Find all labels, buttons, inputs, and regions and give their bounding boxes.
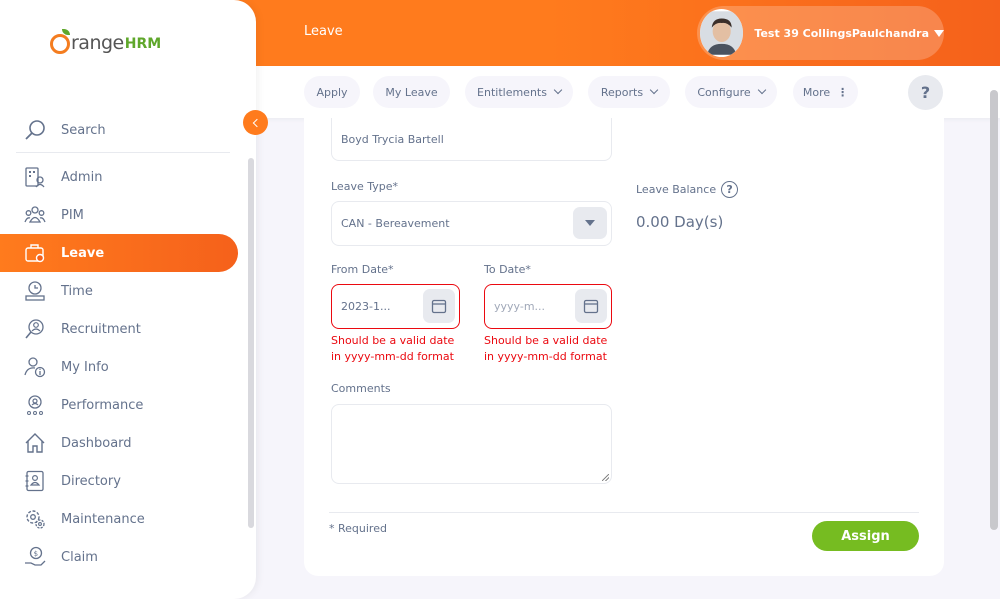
tab-more[interactable]: More ⋮ [793,76,858,108]
required-note: * Required [329,522,387,535]
leave-subnav: Apply My Leave Entitlements Reports Conf… [256,66,1000,118]
tab-my-leave[interactable]: My Leave [373,76,450,108]
performance-icon [23,393,47,417]
tab-entitlements-label: Entitlements [477,85,547,99]
help-circle-icon[interactable]: ? [721,181,739,198]
leave-balance-label-row: Leave Balance ? [636,181,739,198]
collapse-sidebar-button[interactable] [243,110,268,135]
user-name: Test 39 CollingsPaulchandra [754,26,929,40]
tab-more-label: More [802,85,831,99]
calendar-icon[interactable] [423,289,455,323]
page-scrollbar[interactable] [990,90,998,530]
from-date-input[interactable]: 2023-1... [331,284,460,329]
module-title: Leave [304,24,343,39]
sidebar-item-label: Leave [61,245,105,261]
sidebar-item-label: Dashboard [61,435,132,451]
leave-type-select[interactable]: CAN - Bereavement [331,201,612,246]
leave-balance-label: Leave Balance [636,183,717,196]
employee-name-value: Boyd Trycia Bartell [341,132,444,146]
sidebar-item-my-info[interactable]: My Info [0,348,238,386]
sidebar-item-claim[interactable]: $ Claim [0,538,238,576]
user-dropdown[interactable]: Test 39 CollingsPaulchandra [697,6,944,60]
sidebar-search[interactable]: Search [16,108,230,153]
tab-configure[interactable]: Configure [685,76,777,108]
leave-type-value: CAN - Bereavement [341,217,450,230]
sidebar-item-label: Performance [61,397,144,413]
recruitment-icon [23,317,47,341]
from-date-label: From Date* [331,263,394,276]
from-date-error: Should be a valid date in yyyy-mm-dd for… [331,334,455,363]
to-date-error: Should be a valid date in yyyy-mm-dd for… [484,334,608,363]
leave-balance-value: 0.00 Day(s) [636,213,724,231]
sidebar-item-label: Claim [61,549,98,565]
form-divider [329,512,919,513]
svg-text:$: $ [34,550,38,558]
to-date-input[interactable]: yyyy-m... [484,284,612,329]
pim-icon [23,203,47,227]
sidebar-item-pim[interactable]: PIM [0,196,238,234]
sidebar-item-label: Time [61,283,93,299]
sidebar-item-leave[interactable]: Leave [0,234,238,272]
logo-hrm-text: HRM [124,36,162,52]
tab-my-leave-label: My Leave [385,85,438,99]
my-info-icon [23,355,47,379]
resize-handle-icon[interactable] [602,474,609,481]
tab-entitlements[interactable]: Entitlements [465,76,573,108]
sidebar-item-time[interactable]: Time [0,272,238,310]
sidebar-item-maintenance[interactable]: Maintenance [0,500,238,538]
calendar-icon[interactable] [575,289,607,323]
logo-orange-icon [50,29,70,54]
comments-textarea[interactable] [331,404,612,484]
to-date-placeholder: yyyy-m... [494,300,546,313]
employee-name-input[interactable]: Boyd Trycia Bartell [331,118,612,161]
chevron-down-icon [649,85,659,95]
claim-icon: $ [23,545,47,569]
tab-reports-label: Reports [600,85,644,99]
sidebar-item-label: PIM [61,207,84,223]
sidebar-item-label: My Info [61,359,109,375]
avatar [700,9,744,57]
chevron-down-icon [553,85,563,95]
from-date-value: 2023-1... [341,300,391,313]
tab-reports[interactable]: Reports [588,76,670,108]
leave-icon [23,241,47,265]
search-icon [25,120,45,140]
maintenance-icon [23,507,47,531]
orangehrm-logo[interactable]: range HRM [50,29,162,54]
logo-text: range [71,32,124,54]
tab-apply[interactable]: Apply [304,76,360,108]
assign-leave-card: Boyd Trycia Bartell Leave Type* CAN - Be… [304,118,944,576]
sidebar-item-performance[interactable]: Performance [0,386,238,424]
sidebar-item-recruitment[interactable]: Recruitment [0,310,238,348]
sidebar-item-label: Maintenance [61,511,145,527]
directory-icon [23,469,47,493]
time-icon [23,279,47,303]
help-button[interactable]: ? [908,75,943,110]
chevron-left-icon [252,118,262,127]
admin-icon [23,165,47,189]
tab-configure-label: Configure [697,85,751,99]
more-vertical-icon: ⋮ [837,85,849,99]
sidebar-item-directory[interactable]: Directory [0,462,238,500]
sidebar-menu: Admin PIM Leave Time Recruitment My Info… [0,158,238,576]
sidebar-item-label: Admin [61,169,103,185]
sidebar-item-label: Directory [61,473,121,489]
sidebar: range HRM Search Admin PIM Leave Time Re… [0,0,256,599]
leave-type-label: Leave Type* [331,180,398,193]
sidebar-item-admin[interactable]: Admin [0,158,238,196]
dashboard-icon [23,431,47,455]
sidebar-scrollbar[interactable] [248,158,254,528]
sidebar-item-label: Recruitment [61,321,141,337]
chevron-down-icon [757,85,766,95]
sidebar-item-dashboard[interactable]: Dashboard [0,424,238,462]
dropdown-arrow-icon [573,207,607,239]
tab-apply-label: Apply [316,85,348,99]
comments-label: Comments [331,382,391,395]
search-label: Search [61,122,106,138]
to-date-label: To Date* [484,263,531,276]
assign-button[interactable]: Assign [812,521,919,551]
caret-down-icon [934,29,944,37]
